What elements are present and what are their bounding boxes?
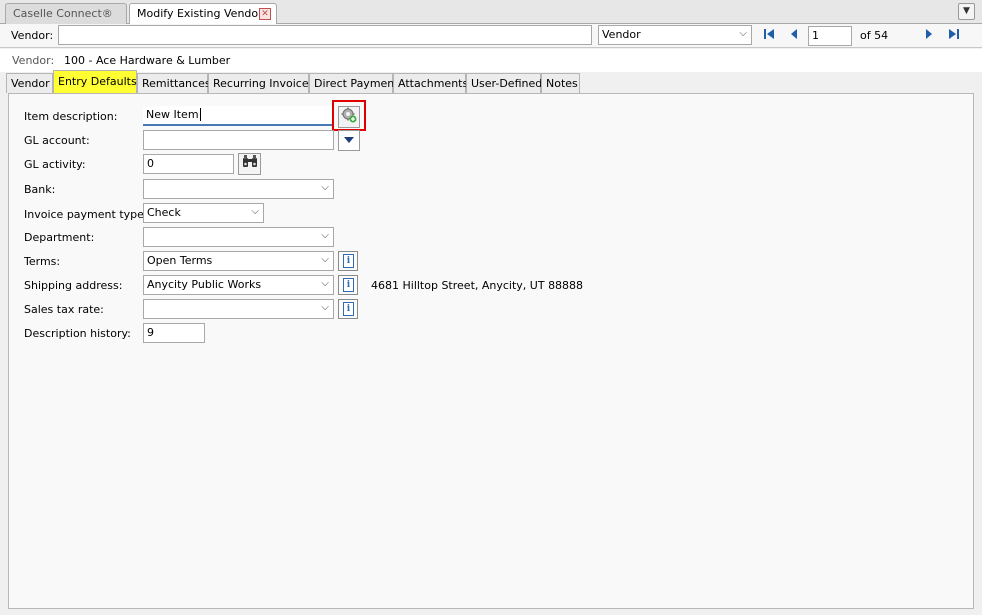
bank-label: Bank: — [24, 183, 56, 196]
gl-activity-label: GL activity: — [24, 158, 86, 171]
item-description-input[interactable]: New Item — [143, 106, 333, 126]
tab-menu-chevron-down-icon[interactable]: ▼ — [958, 3, 975, 20]
terms-select[interactable]: Open Terms ⌵ — [143, 251, 334, 271]
gl-account-label: GL account: — [24, 134, 90, 147]
invoice-payment-type-label: Invoice payment type: — [24, 208, 148, 221]
item-description-label: Item description: — [24, 110, 118, 123]
shipping-address-select-value: Anycity Public Works — [147, 278, 262, 291]
tab-caselle-connect[interactable]: Caselle Connect® — [5, 3, 127, 24]
vendor-info-label: Vendor: — [12, 54, 55, 67]
shipping-address-info-icon[interactable]: i — [338, 275, 358, 295]
vendor-search-label: Vendor: — [11, 29, 54, 42]
chevron-down-icon: ⌵ — [321, 278, 329, 289]
sales-tax-rate-info-icon[interactable]: i — [338, 299, 358, 319]
gl-activity-lookup-binoculars-icon[interactable] — [238, 153, 261, 175]
description-history-label: Description history: — [24, 327, 131, 340]
chevron-down-icon: ⌵ — [321, 230, 329, 241]
tab-modify-existing-vendors[interactable]: Modify Existing Vendors ✕ — [129, 3, 277, 25]
tab-entry-defaults[interactable]: Entry Defaults — [53, 70, 137, 93]
tab-vendor[interactable]: Vendor — [6, 73, 53, 93]
vendor-info-bar: Vendor: 100 - Ace Hardware & Lumber — [0, 49, 982, 72]
gl-activity-input[interactable]: 0 — [143, 154, 234, 174]
terms-label: Terms: — [24, 255, 61, 268]
chevron-down-icon: ⌵ — [321, 182, 329, 193]
invoice-payment-type-value: Check — [147, 206, 181, 219]
sales-tax-rate-select[interactable]: ⌵ — [143, 299, 334, 319]
vendor-search-input[interactable] — [58, 25, 592, 45]
chevron-down-icon: ⌵ — [321, 302, 329, 313]
tab-attachments[interactable]: Attachments — [393, 73, 468, 93]
record-total-label: of 54 — [860, 29, 889, 42]
search-by-select[interactable]: Vendor ⌵ — [598, 25, 752, 45]
shipping-address-text: 4681 Hilltop Street, Anycity, UT 88888 — [371, 279, 584, 292]
next-record-icon[interactable] — [922, 28, 936, 42]
shipping-address-select[interactable]: Anycity Public Works ⌵ — [143, 275, 334, 295]
shipping-address-label: Shipping address: — [24, 279, 123, 292]
item-settings-gear-icon[interactable] — [338, 106, 360, 128]
chevron-down-icon: ⌵ — [739, 28, 747, 39]
previous-record-icon[interactable] — [787, 28, 801, 42]
terms-select-value: Open Terms — [147, 254, 213, 267]
tab-modify-existing-vendors-label: Modify Existing Vendors — [137, 7, 269, 20]
document-tab-strip: Caselle Connect® Modify Existing Vendors… — [0, 0, 982, 25]
sales-tax-rate-label: Sales tax rate: — [24, 303, 104, 316]
gl-account-input[interactable] — [143, 130, 334, 150]
tab-caselle-connect-label: Caselle Connect® — [13, 7, 113, 20]
department-select[interactable]: ⌵ — [143, 227, 334, 247]
tab-user-defined[interactable]: User-Defined — [466, 73, 542, 93]
chevron-down-icon: ⌵ — [251, 206, 259, 217]
tab-direct-payment[interactable]: Direct Payment — [309, 73, 399, 93]
invoice-payment-type-select[interactable]: Check ⌵ — [143, 203, 264, 223]
bank-select[interactable]: ⌵ — [143, 179, 334, 199]
item-description-value: New Item — [146, 108, 199, 121]
department-label: Department: — [24, 231, 95, 244]
tab-recurring-invoices[interactable]: Recurring Invoices — [208, 73, 314, 93]
record-number-input[interactable]: 1 — [808, 26, 852, 46]
first-record-icon[interactable] — [762, 28, 776, 42]
tab-remittances[interactable]: Remittances — [137, 73, 211, 93]
vendor-info-value: 100 - Ace Hardware & Lumber — [64, 54, 231, 67]
close-icon[interactable]: ✕ — [259, 8, 271, 20]
gl-account-dropdown-chevron-down-icon[interactable] — [338, 130, 360, 151]
terms-info-icon[interactable]: i — [338, 251, 358, 271]
search-by-select-value: Vendor — [602, 28, 641, 41]
last-record-icon[interactable] — [947, 28, 961, 42]
description-history-input[interactable]: 9 — [143, 323, 205, 343]
chevron-down-icon: ⌵ — [321, 254, 329, 265]
tab-notes[interactable]: Notes — [541, 73, 580, 93]
